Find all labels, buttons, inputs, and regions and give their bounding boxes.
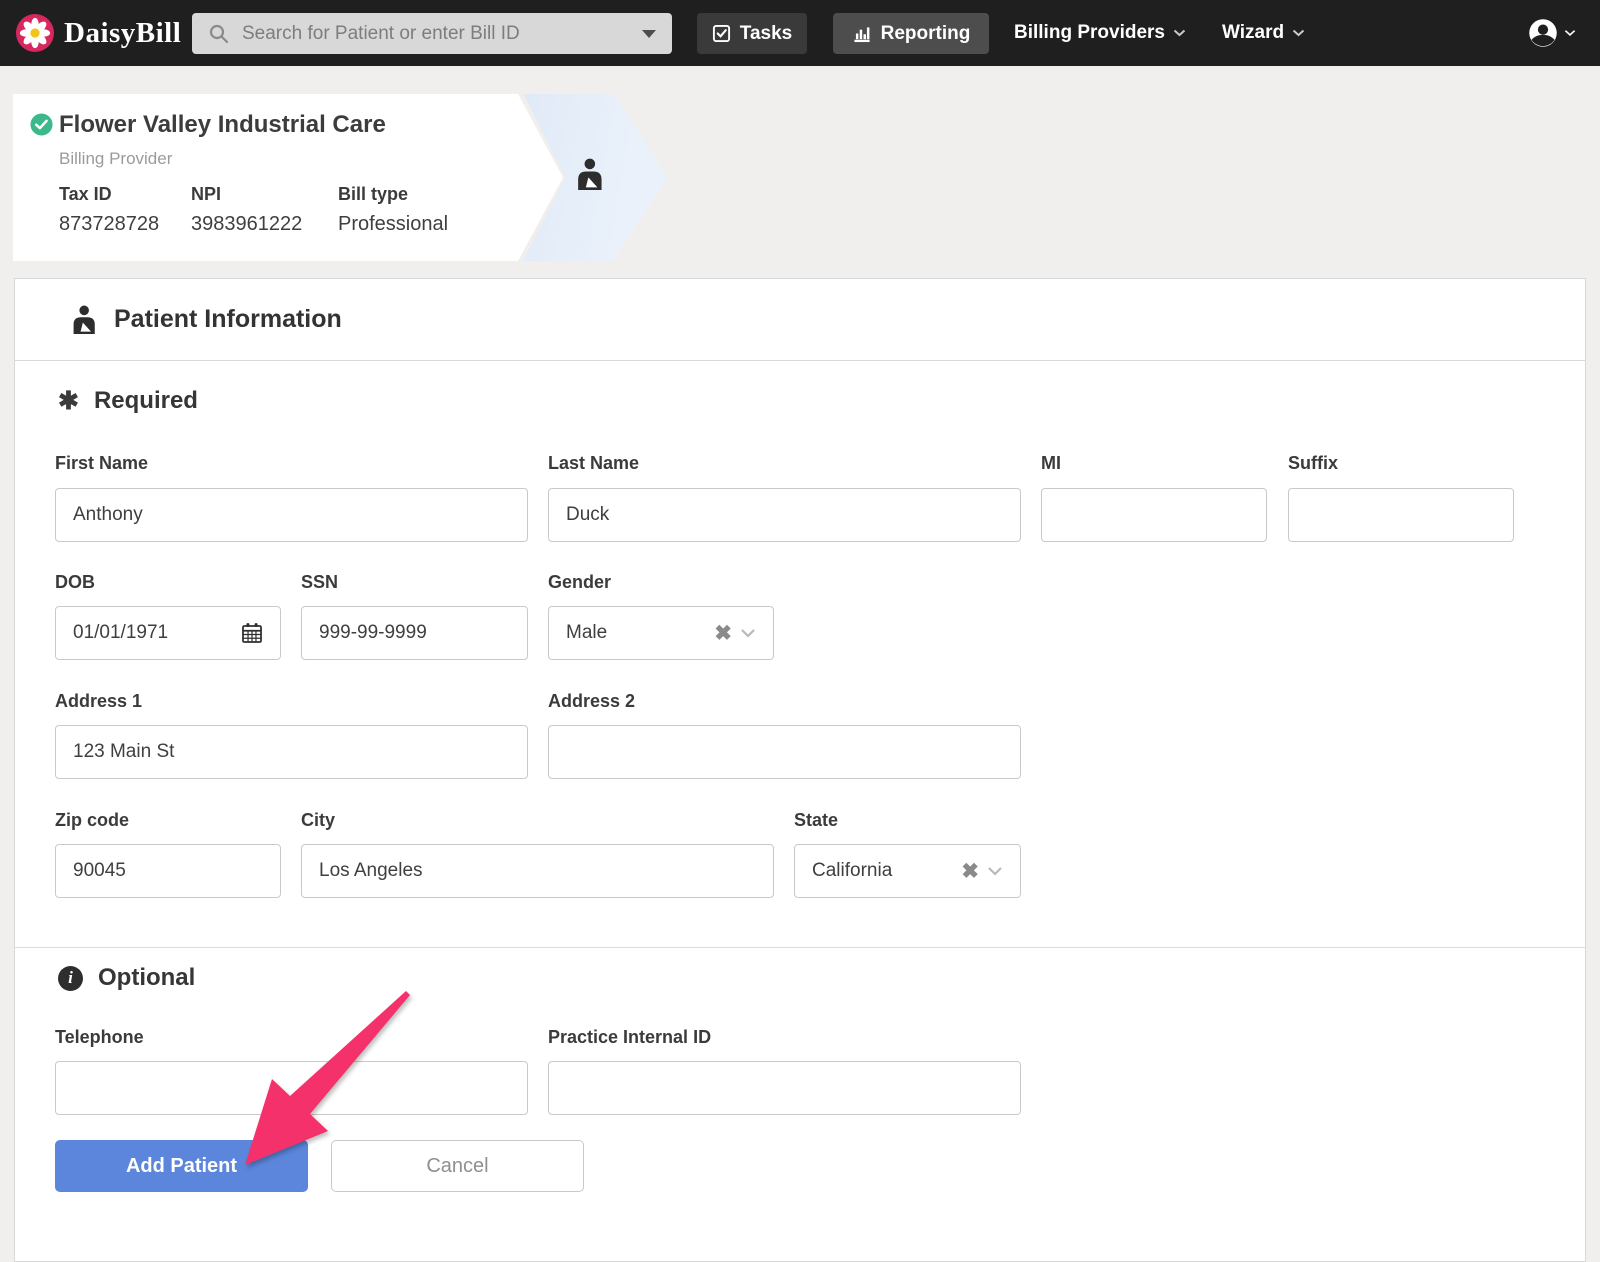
patient-icon <box>73 305 95 334</box>
page-title: Patient Information <box>114 305 342 333</box>
bp-bill-type-value: Professional <box>338 213 449 235</box>
nav-wizard[interactable]: Wizard <box>1222 0 1305 66</box>
chevron-down-icon <box>1173 29 1186 37</box>
address2-input[interactable] <box>548 725 1021 779</box>
telephone-label: Telephone <box>55 1027 144 1047</box>
search-input[interactable] <box>242 22 630 45</box>
gender-selected-value: Male <box>566 622 608 643</box>
gender-label: Gender <box>548 572 612 592</box>
bp-bill-type-field: Bill type Professional <box>338 184 448 236</box>
billing-provider-banner: Flower Valley Industrial Care Billing Pr… <box>13 94 683 261</box>
nav-billing-providers[interactable]: Billing Providers <box>1014 0 1186 66</box>
patient-info-header: Patient Information <box>15 279 1585 361</box>
wizard-label: Wizard <box>1222 22 1285 43</box>
add-patient-button[interactable]: Add Patient <box>55 1140 308 1192</box>
gender-select[interactable]: Male ✖ <box>548 606 774 660</box>
bp-npi-field: NPI 3983961222 <box>191 184 302 236</box>
mi-input[interactable] <box>1041 488 1267 542</box>
brand-logo[interactable]: DaisyBill <box>16 0 181 66</box>
optional-heading-label: Optional <box>98 964 196 991</box>
state-label: State <box>794 810 839 830</box>
billing-providers-label: Billing Providers <box>1014 22 1165 43</box>
bp-npi-value: 3983961222 <box>191 213 303 235</box>
bar-chart-icon <box>852 24 872 43</box>
practice-internal-id-label: Practice Internal ID <box>548 1027 712 1047</box>
bp-bill-type-label: Bill type <box>338 184 409 204</box>
address1-label: Address 1 <box>55 691 143 711</box>
brand-name: DaisyBill <box>64 16 182 49</box>
user-menu[interactable] <box>1528 0 1576 66</box>
reporting-button[interactable]: Reporting <box>833 13 989 54</box>
city-label: City <box>301 810 336 830</box>
dob-input[interactable] <box>73 622 233 644</box>
section-divider <box>15 947 1585 948</box>
bp-npi-label: NPI <box>191 184 222 204</box>
patient-info-card: Patient Information ✱ Required First Nam… <box>14 278 1586 1262</box>
cancel-label: Cancel <box>426 1154 489 1177</box>
chevron-down-icon <box>1292 29 1305 37</box>
last-name-input[interactable] <box>548 488 1021 542</box>
address2-label: Address 2 <box>548 691 636 711</box>
zip-input[interactable] <box>55 844 281 898</box>
cancel-button[interactable]: Cancel <box>331 1140 584 1192</box>
calendar-icon[interactable] <box>241 622 263 644</box>
required-heading-label: Required <box>93 387 198 414</box>
navbar: DaisyBill Tasks <box>0 0 1600 66</box>
chevron-down-icon <box>1564 30 1576 36</box>
ssn-input[interactable] <box>301 606 528 660</box>
chevron-down-icon[interactable] <box>740 628 756 638</box>
billing-provider-card: Flower Valley Industrial Care Billing Pr… <box>13 94 563 261</box>
telephone-input[interactable] <box>55 1061 528 1115</box>
check-circle-icon <box>30 113 53 141</box>
bp-tax-id-field: Tax ID 873728728 <box>59 184 159 236</box>
billing-provider-subtitle: Billing Provider <box>59 149 173 168</box>
state-select[interactable]: California ✖ <box>794 844 1021 898</box>
search-dropdown-caret-icon[interactable] <box>642 29 656 38</box>
city-input[interactable] <box>301 844 774 898</box>
add-patient-label: Add Patient <box>125 1154 238 1177</box>
search-icon <box>208 23 230 45</box>
zip-label: Zip code <box>55 810 130 830</box>
bp-tax-id-label: Tax ID <box>59 184 112 204</box>
first-name-label: First Name <box>55 453 149 473</box>
daisy-logo-icon <box>16 14 54 52</box>
bp-tax-id-value: 873728728 <box>59 213 160 235</box>
suffix-label: Suffix <box>1288 453 1339 473</box>
info-icon: i <box>58 965 83 991</box>
required-section-heading: ✱ Required <box>58 387 198 415</box>
first-name-input[interactable] <box>55 488 528 542</box>
practice-internal-id-input[interactable] <box>548 1061 1021 1115</box>
clear-icon[interactable]: ✖ <box>961 861 979 882</box>
dob-label: DOB <box>55 572 95 592</box>
optional-section-heading: i Optional <box>58 964 195 992</box>
billing-provider-name: Flower Valley Industrial Care <box>59 111 386 138</box>
chevron-down-icon[interactable] <box>987 866 1003 876</box>
asterisk-icon: ✱ <box>58 386 79 415</box>
reporting-label: Reporting <box>880 22 971 44</box>
address1-input[interactable] <box>55 725 528 779</box>
tasks-checkbox-icon <box>712 24 731 43</box>
last-name-label: Last Name <box>548 453 640 473</box>
mi-label: MI <box>1041 453 1061 473</box>
ssn-label: SSN <box>301 572 339 592</box>
tasks-button[interactable]: Tasks <box>697 13 807 54</box>
global-search[interactable] <box>192 13 672 54</box>
clear-icon[interactable]: ✖ <box>714 623 732 644</box>
suffix-input[interactable] <box>1288 488 1514 542</box>
dob-field[interactable] <box>55 606 281 660</box>
avatar-icon <box>1529 19 1557 47</box>
tasks-label: Tasks <box>739 22 793 44</box>
state-selected-value: California <box>812 860 893 881</box>
patient-step-icon[interactable] <box>573 158 603 190</box>
